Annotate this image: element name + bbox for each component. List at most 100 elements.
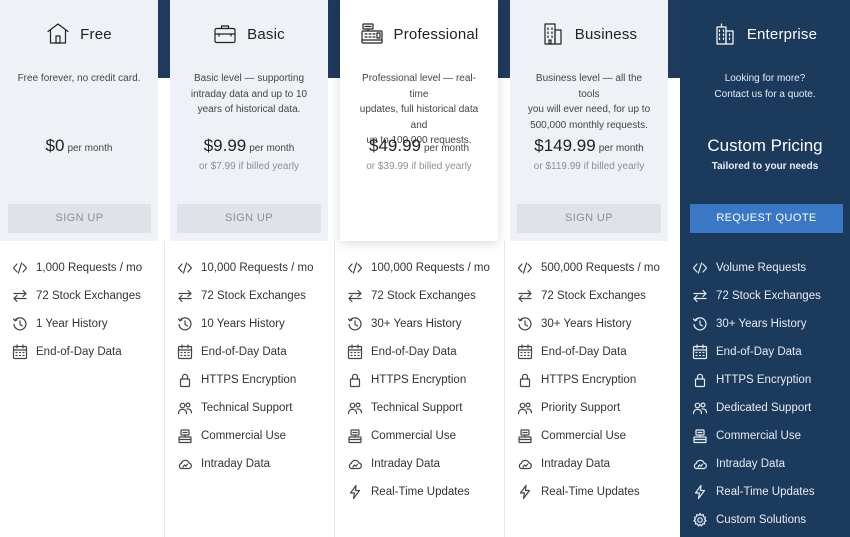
price-amount: $0	[45, 136, 65, 155]
plan-price: $149.99 per month	[510, 136, 668, 156]
cloud-icon	[517, 456, 533, 472]
exchange-arrows-icon	[177, 288, 193, 304]
history-clock-icon	[12, 316, 28, 332]
cash-register-icon	[360, 22, 384, 46]
price-period: per month	[423, 143, 470, 154]
cloud-icon	[177, 456, 193, 472]
plan-description-line: Professional level — real-time	[362, 73, 476, 100]
feature-item: HTTPS Encryption	[177, 370, 296, 390]
feature-list-business: 500,000 Requests / mo 72 Stock Exchanges 3…	[505, 241, 680, 537]
code-icon	[692, 260, 708, 276]
feature-item: Intraday Data	[347, 454, 440, 474]
feature-label: 72 Stock Exchanges	[36, 290, 141, 302]
feature-label: 72 Stock Exchanges	[716, 290, 821, 302]
plan-description: Business level — all the tools you will e…	[524, 71, 654, 133]
exchange-arrows-icon	[347, 288, 363, 304]
calendar-icon	[347, 344, 363, 360]
feature-label: 72 Stock Exchanges	[371, 290, 476, 302]
feature-label: Dedicated Support	[716, 402, 812, 414]
feature-item: 1 Year History	[12, 314, 108, 334]
lightning-icon	[347, 484, 363, 500]
feature-item: End-of-Day Data	[177, 342, 287, 362]
calendar-icon	[517, 344, 533, 360]
feature-item: Intraday Data	[177, 454, 270, 474]
feature-item: Technical Support	[347, 398, 462, 418]
lightning-icon	[517, 484, 533, 500]
history-clock-icon	[692, 316, 708, 332]
feature-label: Real-Time Updates	[371, 486, 470, 498]
feature-item: 1,000 Requests / mo	[12, 258, 142, 278]
plan-header: Free	[0, 20, 158, 48]
sign-up-button-free[interactable]: SIGN UP	[8, 204, 151, 233]
feature-label: Intraday Data	[201, 458, 271, 470]
feature-label: 30+ Years History	[541, 318, 632, 330]
feature-list-basic: 10,000 Requests / mo 72 Stock Exchanges 10…	[165, 241, 335, 537]
feature-label: Commercial Use	[716, 430, 801, 442]
plan-description-line: 500,000 monthly requests.	[530, 119, 648, 131]
feature-list-free: 1,000 Requests / mo 72 Stock Exchanges 1 Y…	[0, 241, 165, 537]
feature-item: HTTPS Encryption	[517, 370, 636, 390]
plan-price: $9.99 per month	[170, 136, 328, 156]
feature-label: HTTPS Encryption	[541, 374, 637, 386]
yearly-price-note: or $119.99 if billed yearly	[533, 161, 645, 172]
feature-label: Real-Time Updates	[716, 486, 815, 498]
price-period: per month	[67, 143, 113, 154]
sign-up-button-basic[interactable]: SIGN UP	[177, 204, 321, 233]
lock-icon	[177, 372, 193, 388]
commercial-icon	[692, 428, 708, 444]
feature-item: Real-Time Updates	[692, 482, 815, 502]
feature-item: End-of-Day Data	[692, 342, 802, 362]
skyscraper-icon	[713, 22, 737, 46]
feature-label: Volume Requests	[716, 262, 807, 274]
feature-label: Intraday Data	[541, 458, 611, 470]
feature-item: Priority Support	[517, 398, 620, 418]
history-clock-icon	[177, 316, 193, 332]
plan-description: Free forever, no credit card.	[14, 71, 144, 87]
price-amount: $9.99	[203, 136, 247, 155]
feature-label: Custom Solutions	[716, 514, 807, 526]
users-icon	[692, 400, 708, 416]
feature-label: Commercial Use	[201, 430, 286, 442]
feature-item: 72 Stock Exchanges	[347, 286, 476, 306]
plan-header: Professional	[340, 20, 498, 48]
calendar-icon	[692, 344, 708, 360]
feature-label: End-of-Day Data	[541, 346, 627, 358]
plan-header: Business	[510, 20, 668, 48]
commercial-icon	[177, 428, 193, 444]
calendar-icon	[12, 344, 28, 360]
sign-up-button-business[interactable]: SIGN UP	[517, 204, 661, 233]
plan-header: Enterprise	[680, 20, 850, 48]
feature-label: 72 Stock Exchanges	[541, 290, 646, 302]
feature-item: 500,000 Requests / mo	[517, 258, 660, 278]
plan-description-line: Business level — all the tools	[535, 73, 643, 100]
plan-price: $0 per month	[0, 136, 158, 156]
plan-name: Enterprise	[746, 25, 818, 43]
exchange-arrows-icon	[517, 288, 533, 304]
exchange-arrows-icon	[692, 288, 708, 304]
feature-label: 1,000 Requests / mo	[36, 262, 143, 274]
custom-pricing: Custom Pricing	[707, 136, 823, 155]
users-icon	[517, 400, 533, 416]
plan-name: Basic	[247, 25, 285, 43]
code-icon	[517, 260, 533, 276]
yearly-price-note: or $39.99 if billed yearly	[366, 161, 472, 172]
house-icon	[46, 22, 70, 46]
feature-list-professional: 100,000 Requests / mo 72 Stock Exchanges 3…	[335, 241, 505, 537]
feature-item: Technical Support	[177, 398, 292, 418]
plan-description-line: intraday data and up to 10	[190, 88, 308, 100]
request-quote-button[interactable]: REQUEST QUOTE	[690, 204, 843, 233]
feature-item: 30+ Years History	[517, 314, 631, 334]
cloud-icon	[692, 456, 708, 472]
calendar-icon	[177, 344, 193, 360]
feature-label: Priority Support	[541, 402, 621, 414]
feature-label: Real-Time Updates	[541, 486, 640, 498]
feature-item: 30+ Years History	[347, 314, 461, 334]
feature-label: Intraday Data	[716, 458, 786, 470]
plan-header: Basic	[170, 20, 328, 48]
plan-description-line: years of historical data.	[197, 104, 301, 115]
plan-name: Free	[80, 25, 112, 43]
yearly-price-note: or $7.99 if billed yearly	[198, 161, 300, 172]
feature-item: Commercial Use	[517, 426, 626, 446]
plan-price: $49.99 per month	[340, 136, 498, 156]
feature-label: HTTPS Encryption	[371, 374, 467, 386]
